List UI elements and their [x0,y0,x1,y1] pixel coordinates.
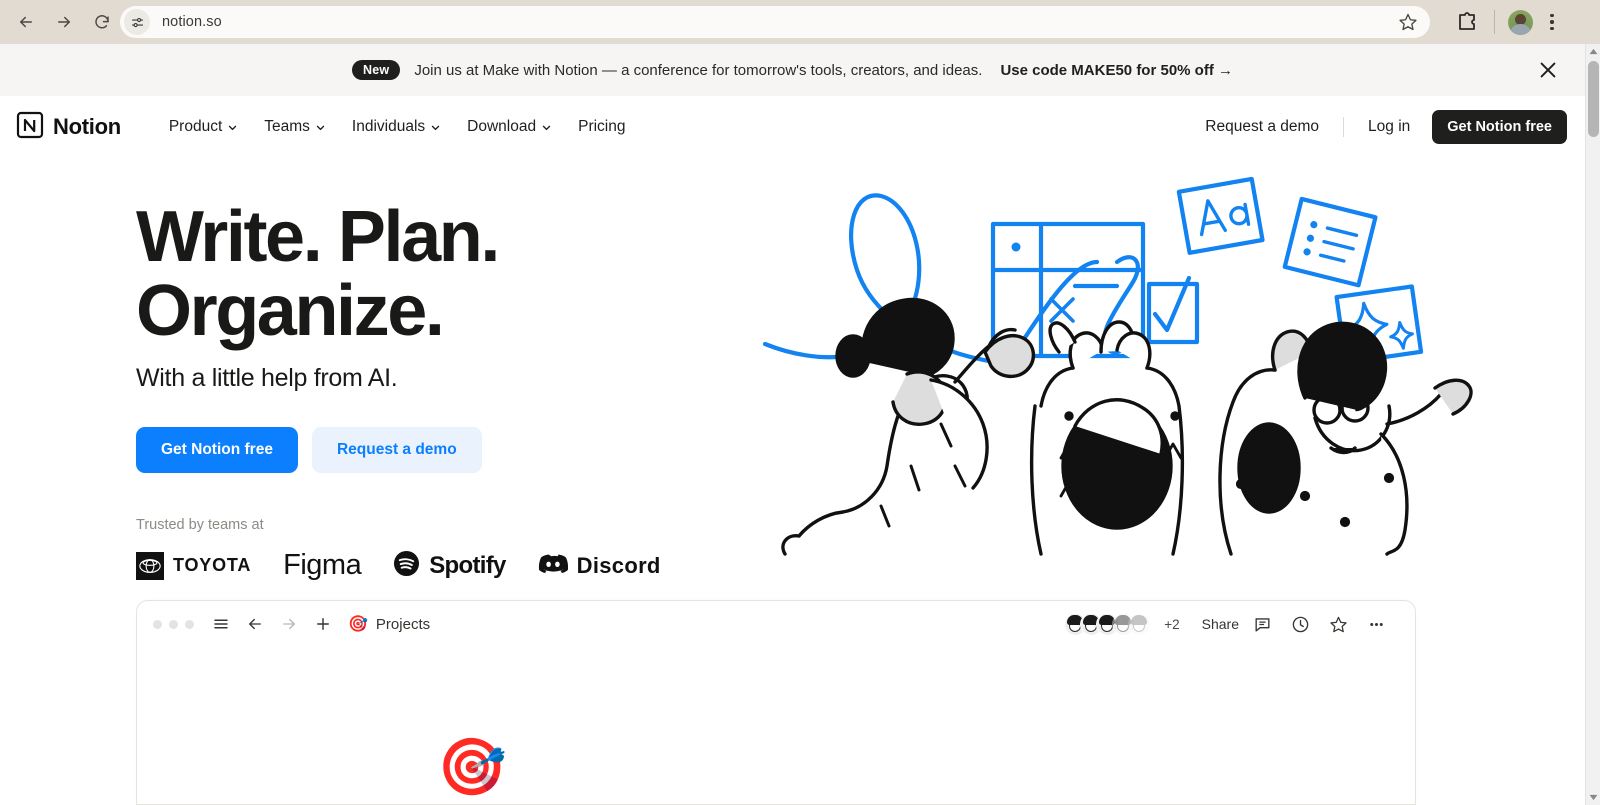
nav-item-label: Download [467,118,537,135]
request-demo-link[interactable]: Request a demo [1193,111,1331,143]
logo-label: Figma [283,549,362,581]
site-settings-icon[interactable] [124,9,150,35]
mockup-body: 🎯 [137,647,1415,804]
hero-section: Write. Plan. Organize. With a little hel… [0,158,1585,588]
promo-badge: New [352,60,401,80]
customer-logo-row: TOYOTA Figma Spotify Discord [136,549,756,582]
nav-item-pricing[interactable]: Pricing [568,111,635,143]
promo-banner-content: New Join us at Make with Notion — a conf… [352,60,1233,80]
chevron-down-icon [316,125,325,130]
hero-copy: Write. Plan. Organize. With a little hel… [136,200,756,582]
window-dots [153,619,194,629]
nav-item-label: Pricing [578,118,626,135]
close-icon[interactable] [1537,59,1559,81]
hero-actions: Get Notion free Request a demo [136,427,756,473]
page-scrollbar[interactable] [1585,44,1600,805]
promo-banner: New Join us at Make with Notion — a conf… [0,44,1585,96]
scroll-up-arrow-icon[interactable] [1586,44,1600,59]
scrollbar-thumb[interactable] [1588,61,1599,137]
trusted-by-label: Trusted by teams at [136,517,264,533]
mockup-back-icon[interactable] [244,613,266,635]
history-clock-icon[interactable] [1289,613,1311,635]
scroll-down-arrow-icon[interactable] [1586,790,1600,805]
logo-label: TOYOTA [173,555,252,575]
extensions-icon[interactable] [1455,10,1479,34]
chrome-menu-icon[interactable] [1542,9,1562,35]
mockup-page-title[interactable]: Projects [376,616,430,633]
mockup-forward-icon[interactable] [278,613,300,635]
mockup-toolbar-right: +2 Share [1064,612,1399,636]
profile-avatar[interactable] [1508,10,1533,35]
logo-toyota: TOYOTA [136,551,252,580]
main-nav: Product Teams Individuals Download Prici… [159,111,636,143]
login-link[interactable]: Log in [1356,111,1422,143]
logo-label: Discord [576,552,661,578]
comment-icon[interactable] [1251,613,1273,635]
logo-discord: Discord [538,552,661,579]
hero-illustration [745,166,1473,566]
browser-forward-button[interactable] [48,6,80,38]
logo-figma: Figma [283,549,362,582]
brand-name: Notion [53,114,121,139]
target-icon: 🎯 [348,616,368,633]
hero-title-line-1: Write. Plan. [136,197,500,277]
mockup-toolbar: 🎯 Projects +2 Share [137,601,1415,647]
discord-mark-icon [538,552,568,579]
site-header: Notion Product Teams Individuals Downloa… [0,96,1585,158]
hero-subtitle: With a little help from AI. [136,364,398,392]
avatar [1128,612,1152,636]
address-bar[interactable]: notion.so [120,6,1430,38]
page-viewport: New Join us at Make with Notion — a conf… [0,44,1585,805]
browser-reload-button[interactable] [86,6,118,38]
hero-get-notion-free-button[interactable]: Get Notion free [136,427,298,473]
nav-item-label: Teams [264,118,310,135]
favorite-star-icon[interactable] [1327,613,1349,635]
address-bar-url: notion.so [162,14,222,30]
logo-label: Spotify [429,551,506,579]
nav-item-product[interactable]: Product [159,111,247,143]
nav-item-teams[interactable]: Teams [254,111,335,143]
new-page-plus-icon[interactable] [312,613,334,635]
nav-item-individuals[interactable]: Individuals [342,111,450,143]
avatar-overflow-count: +2 [1164,616,1180,632]
browser-chrome: notion.so [0,0,1600,44]
nav-item-label: Product [168,118,223,135]
avatar-body [1510,24,1531,35]
notion-logo[interactable]: Notion [16,111,121,144]
header-divider [1343,117,1345,137]
get-notion-free-button[interactable]: Get Notion free [1432,110,1567,144]
nav-item-label: Individuals [351,118,426,135]
chevron-down-icon [542,125,551,130]
more-options-icon[interactable] [1365,613,1387,635]
promo-message: Join us at Make with Notion — a conferen… [414,61,983,79]
spotify-mark-icon [393,550,420,582]
collaborator-avatars[interactable] [1064,612,1152,636]
document-target-icon[interactable]: 🎯 [437,739,507,795]
chrome-divider [1494,10,1495,34]
bookmark-star-icon[interactable] [1398,12,1418,32]
product-mockup: 🎯 Projects +2 Share 🎯 [136,600,1416,805]
header-actions: Request a demo Log in Get Notion free [1193,110,1567,144]
sidebar-toggle-icon[interactable] [210,613,232,635]
notion-logo-icon [16,111,44,144]
hero-request-demo-button[interactable]: Request a demo [311,427,482,473]
share-button[interactable]: Share [1194,612,1247,636]
chevron-down-icon [431,125,440,130]
browser-back-button[interactable] [10,6,42,38]
hero-title-line-2: Organize. [136,271,445,351]
nav-item-download[interactable]: Download [457,111,561,143]
hero-title: Write. Plan. Organize. [136,200,756,348]
logo-spotify: Spotify [393,550,506,582]
chevron-down-icon [229,125,237,130]
promo-cta-link[interactable]: Use code MAKE50 for 50% off → [1000,62,1233,79]
toyota-mark-icon [136,551,164,580]
